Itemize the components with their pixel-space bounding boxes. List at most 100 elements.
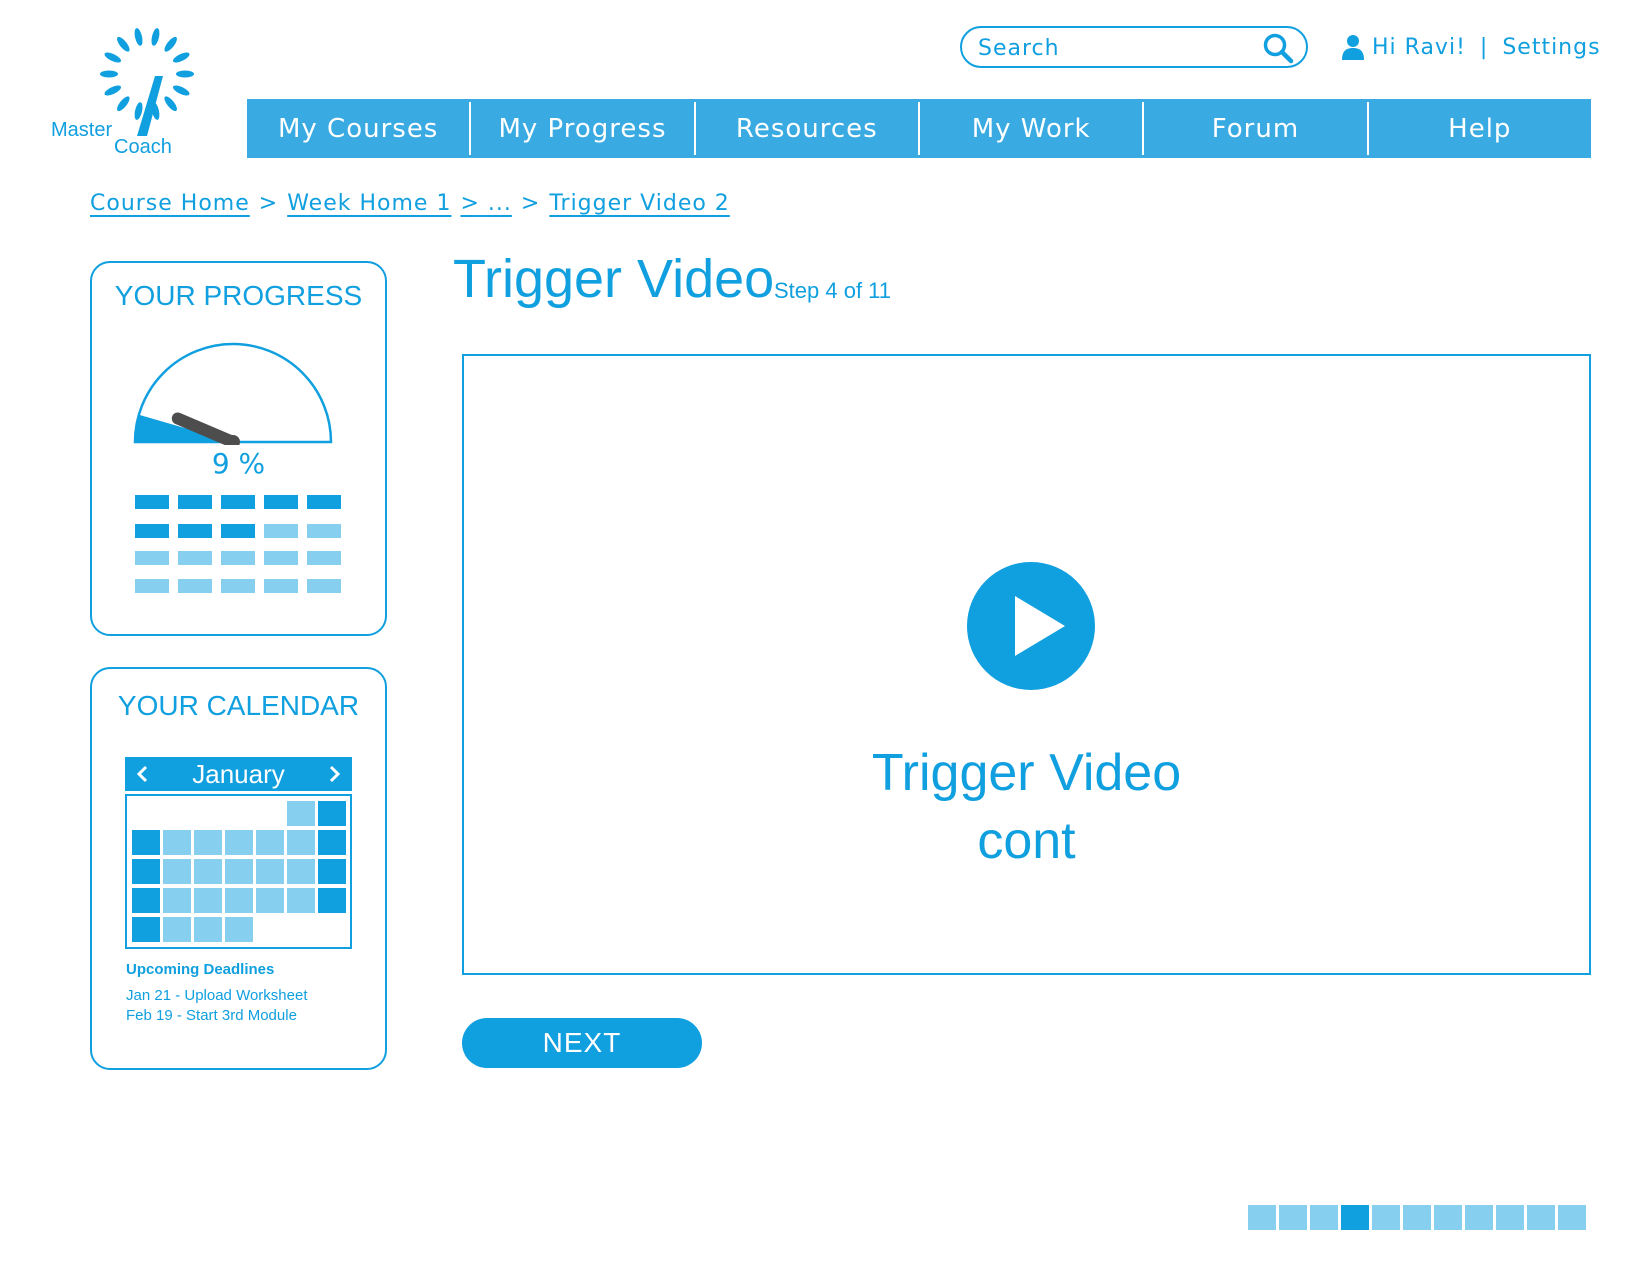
- video-player[interactable]: Trigger Video cont: [462, 354, 1591, 975]
- user-greeting[interactable]: Hi Ravi!: [1372, 35, 1466, 60]
- breadcrumb-separator: >: [520, 191, 541, 216]
- progress-block: [307, 524, 341, 538]
- progress-block: [135, 579, 169, 593]
- progress-block: [178, 579, 212, 593]
- step-square[interactable]: [1248, 1205, 1276, 1230]
- chevron-right-icon[interactable]: [328, 764, 342, 784]
- step-square[interactable]: [1310, 1205, 1338, 1230]
- calendar-card: YOUR CALENDAR January Upcoming Deadlines…: [90, 667, 387, 1070]
- search-input[interactable]: [978, 34, 1258, 62]
- step-square[interactable]: [1403, 1205, 1431, 1230]
- breadcrumb-week-home[interactable]: Week Home 1: [287, 191, 451, 216]
- progress-block: [221, 551, 255, 565]
- deadlines-title: Upcoming Deadlines: [126, 961, 275, 978]
- calendar-day[interactable]: [256, 830, 284, 855]
- step-indicator: [1248, 1205, 1586, 1230]
- breadcrumb: Course Home > Week Home 1 > ... > Trigge…: [90, 191, 730, 216]
- calendar-grid: [125, 794, 352, 949]
- calendar-day[interactable]: [287, 888, 315, 913]
- next-button[interactable]: NEXT: [462, 1018, 702, 1068]
- calendar-day[interactable]: [225, 917, 253, 942]
- user-icon: [1342, 35, 1364, 60]
- step-square[interactable]: [1279, 1205, 1307, 1230]
- user-separator: |: [1479, 34, 1489, 60]
- calendar-day[interactable]: [132, 888, 160, 913]
- search-icon[interactable]: [1262, 32, 1294, 64]
- step-square[interactable]: [1465, 1205, 1493, 1230]
- calendar-day[interactable]: [225, 888, 253, 913]
- nav-resources[interactable]: Resources: [696, 102, 920, 155]
- calendar-day[interactable]: [318, 888, 346, 913]
- nav-forum[interactable]: Forum: [1144, 102, 1369, 155]
- progress-title: YOUR PROGRESS: [114, 280, 363, 311]
- calendar-day[interactable]: [163, 917, 191, 942]
- calendar-month-bar: January: [125, 757, 352, 791]
- calendar-day[interactable]: [225, 859, 253, 884]
- calendar-day[interactable]: [287, 801, 315, 826]
- calendar-day[interactable]: [132, 859, 160, 884]
- progress-block: [221, 495, 255, 509]
- calendar-days[interactable]: [127, 796, 350, 947]
- progress-block: [135, 495, 169, 509]
- step-square[interactable]: [1434, 1205, 1462, 1230]
- deadline-item[interactable]: Jan 21 - Upload Worksheet: [126, 986, 308, 1006]
- calendar-day[interactable]: [132, 917, 160, 942]
- calendar-day[interactable]: [318, 830, 346, 855]
- calendar-day[interactable]: [163, 888, 191, 913]
- calendar-title: YOUR CALENDAR: [117, 690, 360, 721]
- progress-block: [135, 524, 169, 538]
- step-square[interactable]: [1372, 1205, 1400, 1230]
- progress-percent: 9 %: [211, 447, 266, 480]
- calendar-day[interactable]: [194, 859, 222, 884]
- calendar-day[interactable]: [225, 830, 253, 855]
- deadline-item[interactable]: Feb 19 - Start 3rd Module: [126, 1006, 308, 1026]
- page-title: Trigger Video: [453, 249, 775, 309]
- user-area: Hi Ravi! | Settings: [1342, 30, 1601, 64]
- breadcrumb-separator: >: [258, 191, 279, 216]
- video-caption: Trigger Video cont: [464, 739, 1589, 875]
- step-counter: Step 4 of 11: [774, 278, 892, 303]
- calendar-day[interactable]: [287, 830, 315, 855]
- nav-my-work[interactable]: My Work: [920, 102, 1145, 155]
- calendar-day[interactable]: [163, 859, 191, 884]
- search-bar: [960, 26, 1308, 68]
- calendar-day[interactable]: [194, 830, 222, 855]
- step-square[interactable]: [1496, 1205, 1524, 1230]
- calendar-day[interactable]: [163, 830, 191, 855]
- calendar-day[interactable]: [318, 859, 346, 884]
- nav-my-progress[interactable]: My Progress: [471, 102, 696, 155]
- logo-text-coach: Coach: [114, 136, 172, 158]
- chevron-left-icon[interactable]: [135, 764, 149, 784]
- main-nav: My Courses My Progress Resources My Work…: [247, 99, 1591, 158]
- progress-block: [221, 579, 255, 593]
- step-square[interactable]: [1527, 1205, 1555, 1230]
- logo: Master Coach: [48, 24, 208, 164]
- step-square[interactable]: [1558, 1205, 1586, 1230]
- settings-link[interactable]: Settings: [1502, 35, 1600, 60]
- progress-block: [264, 495, 298, 509]
- calendar-day[interactable]: [194, 888, 222, 913]
- progress-block: [221, 524, 255, 538]
- breadcrumb-ellipsis[interactable]: > ...: [460, 191, 511, 216]
- progress-card: YOUR PROGRESS 9 %: [90, 261, 387, 636]
- nav-help[interactable]: Help: [1369, 102, 1591, 155]
- calendar-day[interactable]: [194, 917, 222, 942]
- calendar-day[interactable]: [256, 888, 284, 913]
- calendar-day[interactable]: [287, 859, 315, 884]
- step-square[interactable]: [1341, 1205, 1369, 1230]
- progress-block: [135, 551, 169, 565]
- play-icon[interactable]: [967, 562, 1095, 690]
- calendar-day[interactable]: [318, 801, 346, 826]
- calendar-day[interactable]: [132, 830, 160, 855]
- progress-block: [264, 551, 298, 565]
- calendar-day[interactable]: [256, 859, 284, 884]
- progress-gauge: [133, 342, 333, 445]
- progress-block: [178, 524, 212, 538]
- nav-my-courses[interactable]: My Courses: [247, 102, 472, 155]
- breadcrumb-course-home[interactable]: Course Home: [90, 191, 250, 216]
- progress-blocks: [135, 495, 341, 593]
- progress-block: [264, 579, 298, 593]
- breadcrumb-trigger-video[interactable]: Trigger Video 2: [549, 191, 730, 216]
- progress-block: [307, 579, 341, 593]
- breadcrumb-ellipsis-label: ...: [487, 191, 512, 216]
